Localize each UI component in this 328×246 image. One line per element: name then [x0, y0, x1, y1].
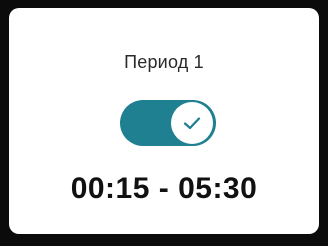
check-icon [180, 111, 204, 135]
toggle-knob[interactable] [171, 102, 213, 144]
period-card[interactable]: Период 1 00:15 - 05:30 [9, 8, 319, 234]
period-toggle[interactable] [120, 100, 216, 146]
period-title: Период 1 [124, 52, 204, 72]
period-time-range: 00:15 - 05:30 [70, 172, 258, 205]
